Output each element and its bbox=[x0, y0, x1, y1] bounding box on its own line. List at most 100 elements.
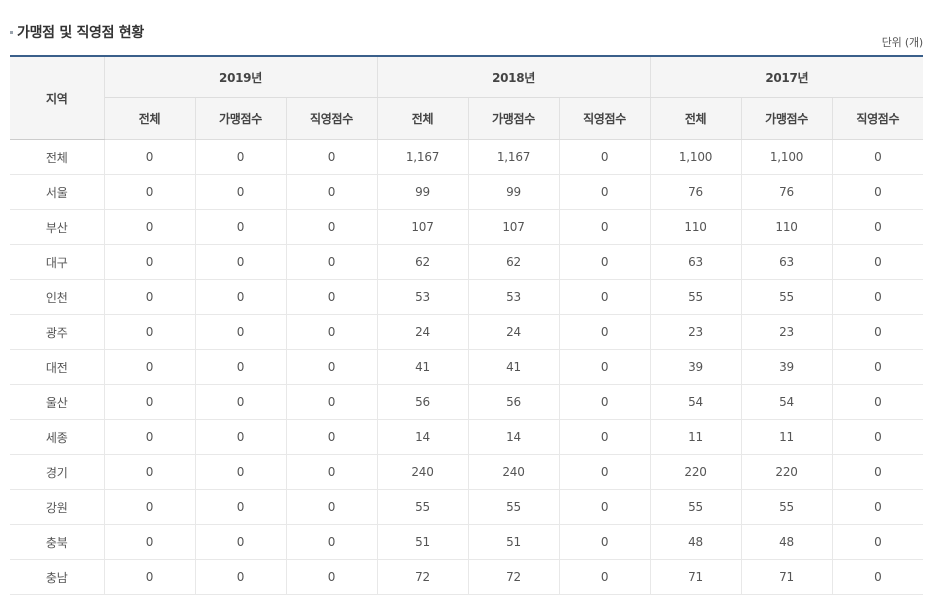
header-row-subcolumns: 전체 가맹점수 직영점수 전체 가맹점수 직영점수 전체 가맹점수 직영점수 bbox=[10, 97, 924, 140]
value-cell: 0 bbox=[104, 244, 196, 280]
value-cell: 55 bbox=[650, 279, 742, 315]
value-cell: 0 bbox=[559, 489, 651, 525]
table-row: 광주 0 0 0 24 24 0 23 23 0 bbox=[10, 314, 924, 350]
value-cell: 0 bbox=[286, 279, 378, 315]
region-cell: 강원 bbox=[10, 489, 105, 525]
value-cell: 107 bbox=[377, 209, 469, 245]
value-cell: 0 bbox=[559, 244, 651, 280]
value-cell: 0 bbox=[832, 489, 924, 525]
value-cell: 0 bbox=[559, 419, 651, 455]
value-cell: 55 bbox=[377, 489, 469, 525]
value-cell: 23 bbox=[741, 314, 833, 350]
year-header-2019: 2019년 bbox=[104, 55, 378, 98]
value-cell: 0 bbox=[832, 524, 924, 560]
value-cell: 99 bbox=[468, 174, 560, 210]
value-cell: 0 bbox=[104, 524, 196, 560]
value-cell: 0 bbox=[286, 454, 378, 490]
table-row: 충북 0 0 0 51 51 0 48 48 0 bbox=[10, 524, 924, 560]
value-cell: 62 bbox=[377, 244, 469, 280]
region-cell: 울산 bbox=[10, 384, 105, 420]
value-cell: 0 bbox=[286, 244, 378, 280]
value-cell: 0 bbox=[832, 244, 924, 280]
value-cell: 55 bbox=[741, 489, 833, 525]
sub-header-total: 전체 bbox=[650, 97, 742, 140]
value-cell: 0 bbox=[195, 419, 287, 455]
value-cell: 1,100 bbox=[650, 139, 742, 175]
bullet-icon bbox=[10, 30, 13, 34]
value-cell: 0 bbox=[195, 209, 287, 245]
sub-header-franchise: 가맹점수 bbox=[195, 97, 287, 140]
region-cell: 대전 bbox=[10, 349, 105, 385]
value-cell: 54 bbox=[741, 384, 833, 420]
value-cell: 0 bbox=[195, 454, 287, 490]
value-cell: 0 bbox=[104, 349, 196, 385]
value-cell: 55 bbox=[468, 489, 560, 525]
value-cell: 11 bbox=[741, 419, 833, 455]
value-cell: 51 bbox=[377, 524, 469, 560]
table-row: 서울 0 0 0 99 99 0 76 76 0 bbox=[10, 174, 924, 210]
table-row: 세종 0 0 0 14 14 0 11 11 0 bbox=[10, 419, 924, 455]
value-cell: 1,167 bbox=[377, 139, 469, 175]
section-title-row: 가맹점 및 직영점 현황 bbox=[10, 22, 144, 42]
value-cell: 0 bbox=[559, 559, 651, 595]
header-row-years: 지역 2019년 2018년 2017년 bbox=[10, 55, 924, 140]
value-cell: 0 bbox=[104, 209, 196, 245]
stats-table-wrapper: 지역 2019년 2018년 2017년 전체 가맹점수 직영점수 전체 가맹점… bbox=[10, 55, 924, 595]
value-cell: 0 bbox=[286, 139, 378, 175]
value-cell: 107 bbox=[468, 209, 560, 245]
value-cell: 0 bbox=[559, 349, 651, 385]
value-cell: 1,100 bbox=[741, 139, 833, 175]
value-cell: 0 bbox=[559, 174, 651, 210]
franchise-stats-table: 지역 2019년 2018년 2017년 전체 가맹점수 직영점수 전체 가맹점… bbox=[10, 55, 924, 595]
value-cell: 53 bbox=[468, 279, 560, 315]
value-cell: 110 bbox=[741, 209, 833, 245]
value-cell: 0 bbox=[559, 454, 651, 490]
value-cell: 0 bbox=[195, 349, 287, 385]
sub-header-direct: 직영점수 bbox=[832, 97, 924, 140]
value-cell: 0 bbox=[195, 559, 287, 595]
value-cell: 23 bbox=[650, 314, 742, 350]
value-cell: 0 bbox=[286, 489, 378, 525]
value-cell: 1,167 bbox=[468, 139, 560, 175]
value-cell: 240 bbox=[468, 454, 560, 490]
value-cell: 14 bbox=[377, 419, 469, 455]
year-header-2017: 2017년 bbox=[650, 55, 924, 98]
sub-header-total: 전체 bbox=[377, 97, 469, 140]
value-cell: 0 bbox=[832, 174, 924, 210]
value-cell: 48 bbox=[650, 524, 742, 560]
value-cell: 0 bbox=[559, 209, 651, 245]
value-cell: 220 bbox=[741, 454, 833, 490]
table-row: 부산 0 0 0 107 107 0 110 110 0 bbox=[10, 209, 924, 245]
value-cell: 0 bbox=[195, 279, 287, 315]
value-cell: 0 bbox=[832, 314, 924, 350]
sub-header-direct: 직영점수 bbox=[559, 97, 651, 140]
region-cell: 인천 bbox=[10, 279, 105, 315]
value-cell: 0 bbox=[286, 524, 378, 560]
value-cell: 0 bbox=[832, 384, 924, 420]
value-cell: 39 bbox=[650, 349, 742, 385]
value-cell: 0 bbox=[195, 384, 287, 420]
sub-header-franchise: 가맹점수 bbox=[468, 97, 560, 140]
value-cell: 220 bbox=[650, 454, 742, 490]
value-cell: 0 bbox=[195, 139, 287, 175]
page-title: 가맹점 및 직영점 현황 bbox=[17, 25, 144, 41]
value-cell: 0 bbox=[286, 314, 378, 350]
value-cell: 0 bbox=[195, 314, 287, 350]
value-cell: 63 bbox=[741, 244, 833, 280]
value-cell: 0 bbox=[559, 139, 651, 175]
value-cell: 0 bbox=[559, 524, 651, 560]
value-cell: 24 bbox=[468, 314, 560, 350]
value-cell: 0 bbox=[559, 384, 651, 420]
value-cell: 0 bbox=[286, 559, 378, 595]
value-cell: 63 bbox=[650, 244, 742, 280]
value-cell: 0 bbox=[104, 174, 196, 210]
value-cell: 0 bbox=[195, 244, 287, 280]
value-cell: 0 bbox=[832, 419, 924, 455]
value-cell: 0 bbox=[104, 489, 196, 525]
value-cell: 0 bbox=[832, 454, 924, 490]
region-cell: 세종 bbox=[10, 419, 105, 455]
value-cell: 0 bbox=[559, 279, 651, 315]
table-row: 대전 0 0 0 41 41 0 39 39 0 bbox=[10, 349, 924, 385]
table-row: 울산 0 0 0 56 56 0 54 54 0 bbox=[10, 384, 924, 420]
value-cell: 0 bbox=[104, 139, 196, 175]
